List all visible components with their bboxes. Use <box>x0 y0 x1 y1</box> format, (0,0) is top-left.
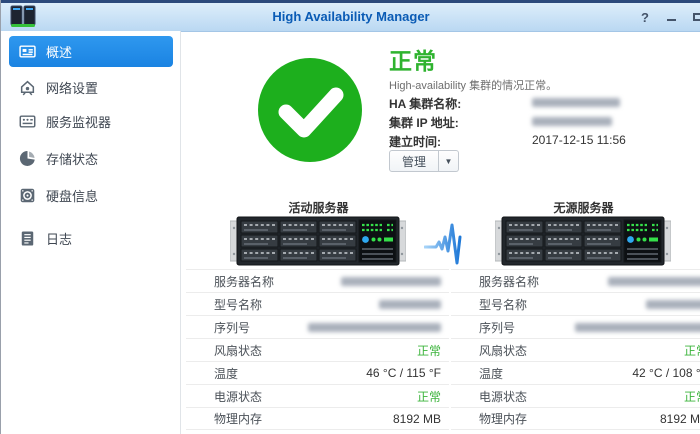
active-server-rack-illustration <box>230 216 406 271</box>
storage-status-icon <box>19 150 36 167</box>
row-label: 电源状态 <box>479 388 684 405</box>
created-time-value: 2017-12-15 11:56 <box>532 133 626 149</box>
temperature-value: 46 °C / 115 °F <box>366 366 441 380</box>
minimize-icon[interactable] <box>663 9 679 25</box>
redacted-server-name <box>341 277 441 286</box>
passive-server-title: 无源服务器 <box>451 199 700 216</box>
ha-manager-window: High Availability Manager ? 概述 <box>0 0 700 434</box>
row-label: 服务器名称 <box>479 273 608 290</box>
row-label: 温度 <box>479 365 632 382</box>
sidebar: 概述 网络设置 服务监视器 <box>1 31 181 434</box>
table-row: 服务器名称 <box>186 269 449 292</box>
memory-value: 8192 MB <box>660 412 700 426</box>
redacted-cluster-name <box>532 98 620 107</box>
row-label: 序列号 <box>479 319 575 336</box>
manage-split-button: 管理 ▼ <box>389 150 459 172</box>
help-icon[interactable]: ? <box>637 9 653 25</box>
sidebar-item-label: 概述 <box>46 42 72 61</box>
row-label: 风扇状态 <box>479 342 684 359</box>
table-row: 电源状态正常 <box>451 384 700 407</box>
redacted-server-name <box>608 277 700 286</box>
temperature-value: 42 °C / 108 °F <box>632 366 700 380</box>
active-server-title: 活动服务器 <box>186 199 451 216</box>
titlebar: High Availability Manager ? <box>1 3 700 32</box>
info-row-cluster-ip: 集群 IP 地址: <box>389 114 612 130</box>
service-monitor-icon <box>19 113 36 130</box>
table-row: 服务器名称 <box>451 269 700 292</box>
table-row: 电源状态正常 <box>186 384 449 407</box>
passive-server-table: 服务器名称 型号名称 序列号 风扇状态正常 温度42 °C / 108 °F 电… <box>451 269 700 430</box>
log-icon <box>19 230 36 247</box>
info-row-cluster-name: HA 集群名称: <box>389 95 620 111</box>
network-settings-icon <box>19 79 36 96</box>
table-row: 型号名称 <box>186 292 449 315</box>
passive-server-rack-illustration <box>495 216 671 271</box>
table-row: 物理内存8192 MB <box>451 407 700 430</box>
heartbeat-link-icon <box>424 221 478 272</box>
info-row-created-time: 建立时间: 2017-12-15 11:56 <box>389 133 626 149</box>
ha-status-title: 正常 <box>389 42 437 76</box>
field-label: 建立时间: <box>389 133 532 149</box>
redacted-model-name <box>646 300 700 309</box>
field-label: 集群 IP 地址: <box>389 114 532 130</box>
row-label: 型号名称 <box>214 296 379 313</box>
power-status-value: 正常 <box>684 388 700 405</box>
sidebar-item-label: 网络设置 <box>46 78 98 97</box>
sidebar-item-service-monitor[interactable]: 服务监视器 <box>9 106 173 137</box>
window-controls: ? <box>637 8 700 26</box>
table-row: 序列号 <box>186 315 449 338</box>
sidebar-item-storage-status[interactable]: 存储状态 <box>9 143 173 174</box>
redacted-serial-number <box>575 323 700 332</box>
manage-dropdown-arrow[interactable]: ▼ <box>439 150 459 172</box>
table-row: 风扇状态正常 <box>186 338 449 361</box>
fan-status-value: 正常 <box>417 342 441 359</box>
row-label: 服务器名称 <box>214 273 341 290</box>
active-server-table: 服务器名称 型号名称 序列号 风扇状态正常 温度46 °C / 115 °F 电… <box>186 269 449 430</box>
status-ok-icon <box>257 57 363 168</box>
table-row: 型号名称 <box>451 292 700 315</box>
memory-value: 8192 MB <box>393 412 441 426</box>
maximize-icon[interactable] <box>689 9 700 25</box>
row-label: 物理内存 <box>214 410 393 427</box>
row-label: 物理内存 <box>479 410 660 427</box>
sidebar-item-disk-info[interactable]: 硬盘信息 <box>9 180 173 211</box>
sidebar-item-log[interactable]: 日志 <box>9 223 173 254</box>
sidebar-item-label: 日志 <box>46 229 72 248</box>
fan-status-value: 正常 <box>684 342 700 359</box>
sidebar-item-label: 服务监视器 <box>46 112 111 131</box>
window-title: High Availability Manager <box>1 9 700 24</box>
ha-status-description: High-availability 集群的情况正常。 <box>389 77 557 93</box>
sidebar-item-network-settings[interactable]: 网络设置 <box>9 72 173 103</box>
redacted-model-name <box>379 300 441 309</box>
row-label: 序列号 <box>214 319 308 336</box>
overview-icon <box>19 43 36 60</box>
table-row: 风扇状态正常 <box>451 338 700 361</box>
table-row: 温度46 °C / 115 °F <box>186 361 449 384</box>
manage-button[interactable]: 管理 <box>389 150 439 172</box>
table-row: 序列号 <box>451 315 700 338</box>
disk-info-icon <box>19 187 36 204</box>
redacted-serial-number <box>308 323 441 332</box>
sidebar-item-overview[interactable]: 概述 <box>9 36 173 67</box>
redacted-cluster-ip <box>532 117 612 126</box>
row-label: 电源状态 <box>214 388 417 405</box>
sidebar-item-label: 存储状态 <box>46 149 98 168</box>
row-label: 型号名称 <box>479 296 646 313</box>
table-row: 温度42 °C / 108 °F <box>451 361 700 384</box>
table-row: 物理内存8192 MB <box>186 407 449 430</box>
field-label: HA 集群名称: <box>389 95 532 111</box>
power-status-value: 正常 <box>417 388 441 405</box>
row-label: 温度 <box>214 365 366 382</box>
sidebar-item-label: 硬盘信息 <box>46 186 98 205</box>
row-label: 风扇状态 <box>214 342 417 359</box>
